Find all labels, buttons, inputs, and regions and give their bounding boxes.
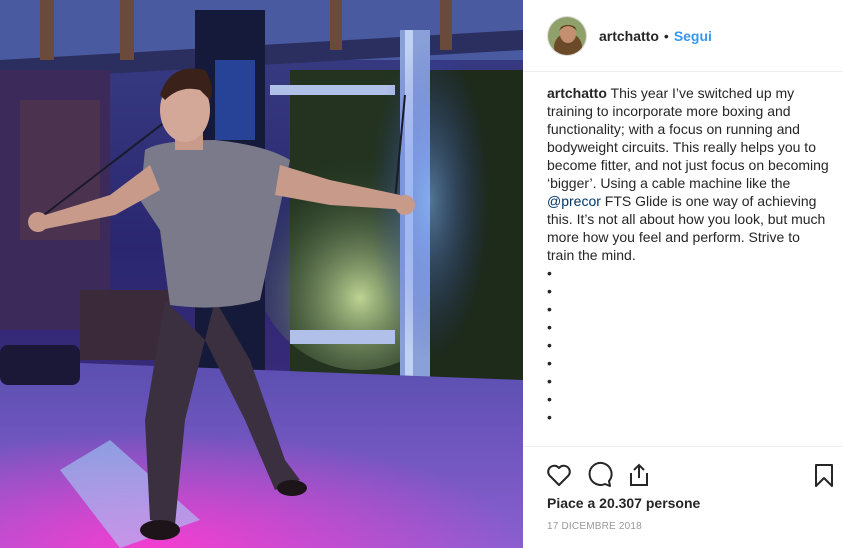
post-photo[interactable]	[0, 0, 523, 548]
caption-bullet: •	[547, 265, 552, 281]
caption-bullet: •	[547, 283, 552, 299]
caption-text: artchatto This year I’ve switched up my …	[547, 84, 829, 264]
profile-avatar[interactable]	[547, 15, 587, 56]
post-actions: Piace a 20.307 persone 17 DICEMBRE 2018	[523, 446, 843, 548]
comment-button[interactable]	[585, 461, 613, 489]
likes-count[interactable]: Piace a 20.307 persone	[547, 495, 700, 511]
avatar-image	[548, 16, 586, 55]
bookmark-icon	[815, 464, 833, 487]
caption-bullet: •	[547, 355, 552, 371]
caption-username[interactable]: artchatto	[547, 85, 607, 101]
post-username[interactable]: artchatto	[599, 28, 659, 44]
caption-bullet: •	[547, 337, 552, 353]
caption-bullet: •	[547, 391, 552, 407]
header-separator: •	[663, 27, 669, 44]
caption-bullet: •	[547, 409, 552, 425]
caption-mention-link[interactable]: @precor	[547, 193, 601, 209]
save-button[interactable]	[810, 461, 838, 489]
post-photo-image	[0, 0, 523, 548]
comment-icon	[588, 461, 613, 487]
caption-bullet: •	[547, 373, 552, 389]
share-icon	[630, 463, 648, 486]
caption-bullet-list: • • • • • • • • •	[547, 264, 829, 426]
post-caption: artchatto This year I’ve switched up my …	[547, 84, 829, 426]
caption-bullet: •	[547, 301, 552, 317]
share-button[interactable]	[625, 461, 653, 489]
post-date[interactable]: 17 DICEMBRE 2018	[547, 521, 642, 532]
post-header: artchatto • Segui	[523, 0, 843, 72]
post-panel: artchatto • Segui artchatto This year I’…	[523, 0, 843, 548]
like-button[interactable]	[545, 461, 573, 489]
caption-bullet: •	[547, 319, 552, 335]
follow-button[interactable]: Segui	[674, 28, 712, 44]
heart-icon	[547, 464, 571, 486]
